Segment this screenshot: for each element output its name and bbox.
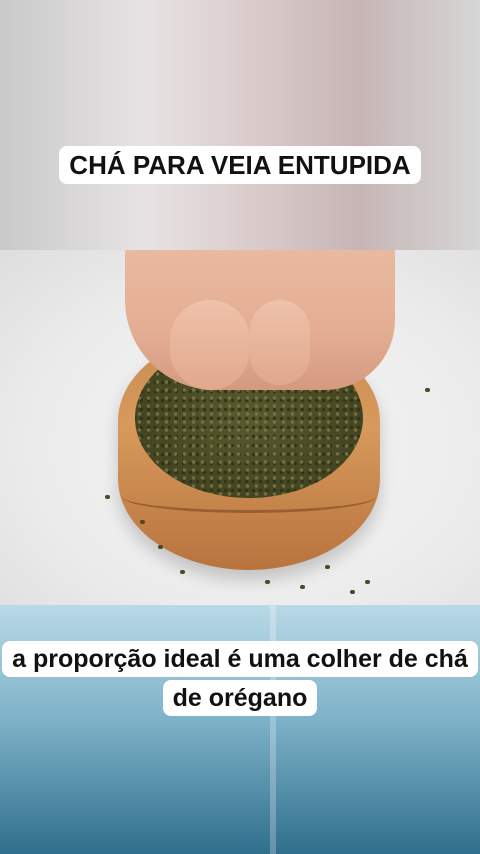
oregano-crumb: [180, 570, 185, 574]
caption-title-text: CHÁ PARA VEIA ENTUPIDA: [59, 146, 421, 184]
caption-title: CHÁ PARA VEIA ENTUPIDA: [0, 145, 480, 185]
finger: [250, 300, 310, 385]
caption-subtitle-text: a proporção ideal é uma colher de chá de…: [2, 641, 478, 716]
oregano-crumb: [105, 495, 110, 499]
oregano-crumb: [158, 545, 163, 549]
background-top: [0, 0, 480, 250]
oregano-crumb: [140, 520, 145, 524]
oregano-crumb: [350, 590, 355, 594]
oregano-crumb: [265, 580, 270, 584]
oregano-crumb: [300, 585, 305, 589]
oregano-crumb: [425, 388, 430, 392]
caption-subtitle: a proporção ideal é uma colher de chá de…: [0, 640, 480, 718]
oregano-crumb: [365, 580, 370, 584]
finger: [170, 300, 250, 390]
oregano-crumb: [325, 565, 330, 569]
video-frame: [0, 0, 480, 854]
